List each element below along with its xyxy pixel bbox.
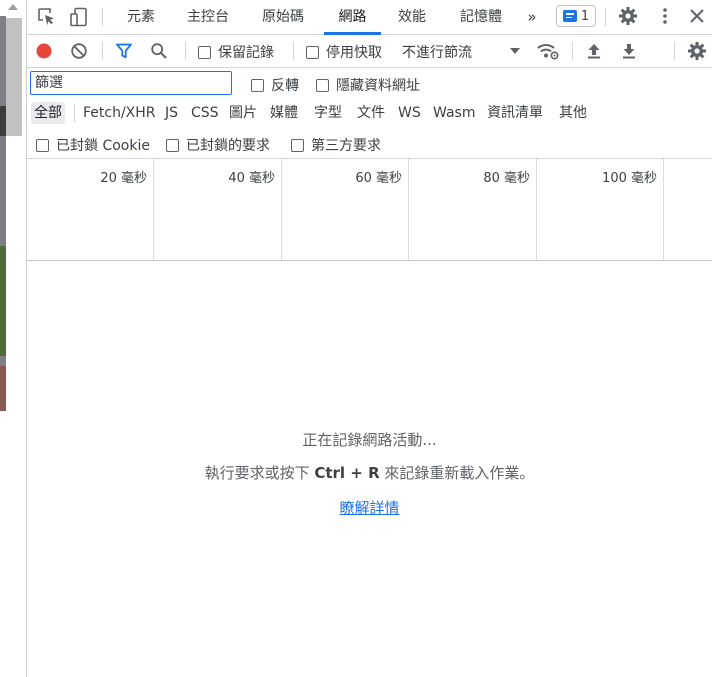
dropdown-icon[interactable] <box>509 46 521 56</box>
network-toolbar: 保留記錄 停用快取 不進行節流 <box>27 35 712 68</box>
timeline-column: 80 毫秒 <box>409 159 537 260</box>
inspect-icon[interactable] <box>37 7 57 27</box>
timeline-column: 40 毫秒 <box>154 159 282 260</box>
preserve-log-checkbox[interactable]: 保留記錄 <box>198 42 274 62</box>
tab-elements[interactable]: 元素 <box>118 0 164 34</box>
issues-count: 1 <box>580 8 590 24</box>
type-filter-doc[interactable]: 文件 <box>354 102 388 124</box>
blocked-requests-checkbox[interactable]: 已封鎖的要求 <box>166 135 270 155</box>
type-filter-img[interactable]: 圖片 <box>226 102 260 124</box>
checkbox-box[interactable] <box>36 138 49 152</box>
export-har-icon[interactable] <box>620 42 638 60</box>
disable-cache-checkbox[interactable]: 停用快取 <box>306 42 382 62</box>
checkbox-box[interactable] <box>198 45 211 59</box>
timeline-tick: 80 毫秒 <box>483 171 530 186</box>
resource-type-filters: 全部 Fetch/XHR JS CSS 圖片 媒體 字型 文件 WS Wasm … <box>27 98 712 128</box>
recording-message: 正在記錄網路活動... <box>302 431 437 449</box>
third-party-label: 第三方要求 <box>311 138 381 154</box>
issues-counter-button[interactable]: 1 <box>556 5 596 27</box>
scrollbar-thumb[interactable] <box>6 18 22 136</box>
type-filter-font[interactable]: 字型 <box>311 102 345 124</box>
timeline-tick: 60 毫秒 <box>355 171 402 186</box>
checkbox-box[interactable] <box>166 138 179 152</box>
type-filter-wasm[interactable]: Wasm <box>430 102 478 124</box>
network-conditions-icon[interactable] <box>536 41 560 61</box>
throttling-value: 不進行節流 <box>402 45 472 61</box>
timeline-column: 20 毫秒 <box>27 159 154 260</box>
reload-hint: 執行要求或按下 Ctrl + R 來記錄重新載入作業。 <box>27 462 712 483</box>
learn-more-link[interactable]: 瞭解詳情 <box>339 499 399 517</box>
issues-icon <box>562 10 577 22</box>
invert-label: 反轉 <box>271 78 299 94</box>
third-party-checkbox[interactable]: 第三方要求 <box>291 135 381 155</box>
timeline-column: 100 毫秒 <box>537 159 664 260</box>
search-icon[interactable] <box>150 42 168 60</box>
hint-text-after: 來記錄重新載入作業。 <box>379 464 535 482</box>
type-filter-media[interactable]: 媒體 <box>267 102 301 124</box>
toolbar-divider <box>674 42 675 60</box>
close-icon[interactable] <box>687 6 707 26</box>
timeline-tick: 20 毫秒 <box>100 171 147 186</box>
hint-text-before: 執行要求或按下 <box>204 464 315 482</box>
type-filter-fetch-xhr[interactable]: Fetch/XHR <box>80 102 159 124</box>
toolbar-divider <box>74 104 75 122</box>
settings-icon[interactable] <box>618 6 638 26</box>
blocked-cookies-checkbox[interactable]: 已封鎖 Cookie <box>36 135 150 155</box>
type-filter-js[interactable]: JS <box>162 102 181 124</box>
record-icon[interactable] <box>35 42 53 60</box>
filter-icon[interactable] <box>115 42 133 60</box>
checkbox-box[interactable] <box>251 78 264 92</box>
timeline-overview[interactable]: 20 毫秒 40 毫秒 60 毫秒 80 毫秒 100 毫秒 <box>27 159 712 261</box>
toolbar-divider <box>572 42 573 60</box>
type-filter-ws[interactable]: WS <box>395 102 424 124</box>
clear-icon[interactable] <box>70 42 88 60</box>
tab-performance[interactable]: 效能 <box>391 0 433 34</box>
preserve-log-label: 保留記錄 <box>218 45 274 61</box>
network-settings-icon[interactable] <box>687 41 707 61</box>
timeline-tick: 100 毫秒 <box>602 171 657 186</box>
type-filter-all[interactable]: 全部 <box>31 102 65 124</box>
hide-data-urls-label: 隱藏資料網址 <box>336 78 420 94</box>
tab-console[interactable]: 主控台 <box>179 0 237 34</box>
type-filter-manifest[interactable]: 資訊清單 <box>484 102 546 124</box>
tab-sources[interactable]: 原始碼 <box>253 0 313 34</box>
filter-input[interactable] <box>30 71 232 95</box>
learn-more-row: 瞭解詳情 <box>27 497 712 518</box>
more-tabs-button[interactable]: » <box>523 0 541 34</box>
device-toggle-icon[interactable] <box>69 7 89 27</box>
devtools-panel: 元素 主控台 原始碼 網路 效能 記憶體 » 1 保留記錄 停用快取 不進行節流… <box>27 0 712 677</box>
throttling-select[interactable]: 不進行節流 <box>402 42 472 62</box>
tab-memory[interactable]: 記憶體 <box>452 0 510 34</box>
page-viewport-strip <box>0 0 27 677</box>
blocked-cookies-label: 已封鎖 Cookie <box>56 138 150 154</box>
tabs-bar: 元素 主控台 原始碼 網路 效能 記憶體 » 1 <box>27 0 712 35</box>
toolbar-divider <box>102 42 103 60</box>
tab-network[interactable]: 網路 <box>324 0 381 35</box>
checkbox-box[interactable] <box>316 78 329 92</box>
type-filter-other[interactable]: 其他 <box>556 102 590 124</box>
reload-shortcut: Ctrl + R <box>314 464 380 482</box>
invert-checkbox[interactable]: 反轉 <box>251 75 299 95</box>
scroll-up-arrow-icon[interactable] <box>8 4 18 10</box>
checkbox-box[interactable] <box>306 45 319 59</box>
filter-bar: 反轉 隱藏資料網址 <box>27 68 712 98</box>
empty-state: 正在記錄網路活動... 執行要求或按下 Ctrl + R 來記錄重新載入作業。 … <box>27 261 712 677</box>
type-filter-css[interactable]: CSS <box>188 102 222 124</box>
disable-cache-label: 停用快取 <box>326 45 382 61</box>
checkbox-box[interactable] <box>291 138 304 152</box>
timeline-tick: 40 毫秒 <box>228 171 275 186</box>
more-vertical-icon[interactable] <box>655 6 675 26</box>
toolbar-divider <box>185 42 186 60</box>
toolbar-divider <box>102 8 103 26</box>
blocked-requests-label: 已封鎖的要求 <box>186 138 270 154</box>
toolbar-divider <box>293 42 294 60</box>
hide-data-urls-checkbox[interactable]: 隱藏資料網址 <box>316 75 420 95</box>
import-har-icon[interactable] <box>585 42 603 60</box>
toolbar-divider <box>605 8 606 26</box>
blocking-filters: 已封鎖 Cookie 已封鎖的要求 第三方要求 <box>27 128 712 159</box>
timeline-column: 60 毫秒 <box>282 159 409 260</box>
